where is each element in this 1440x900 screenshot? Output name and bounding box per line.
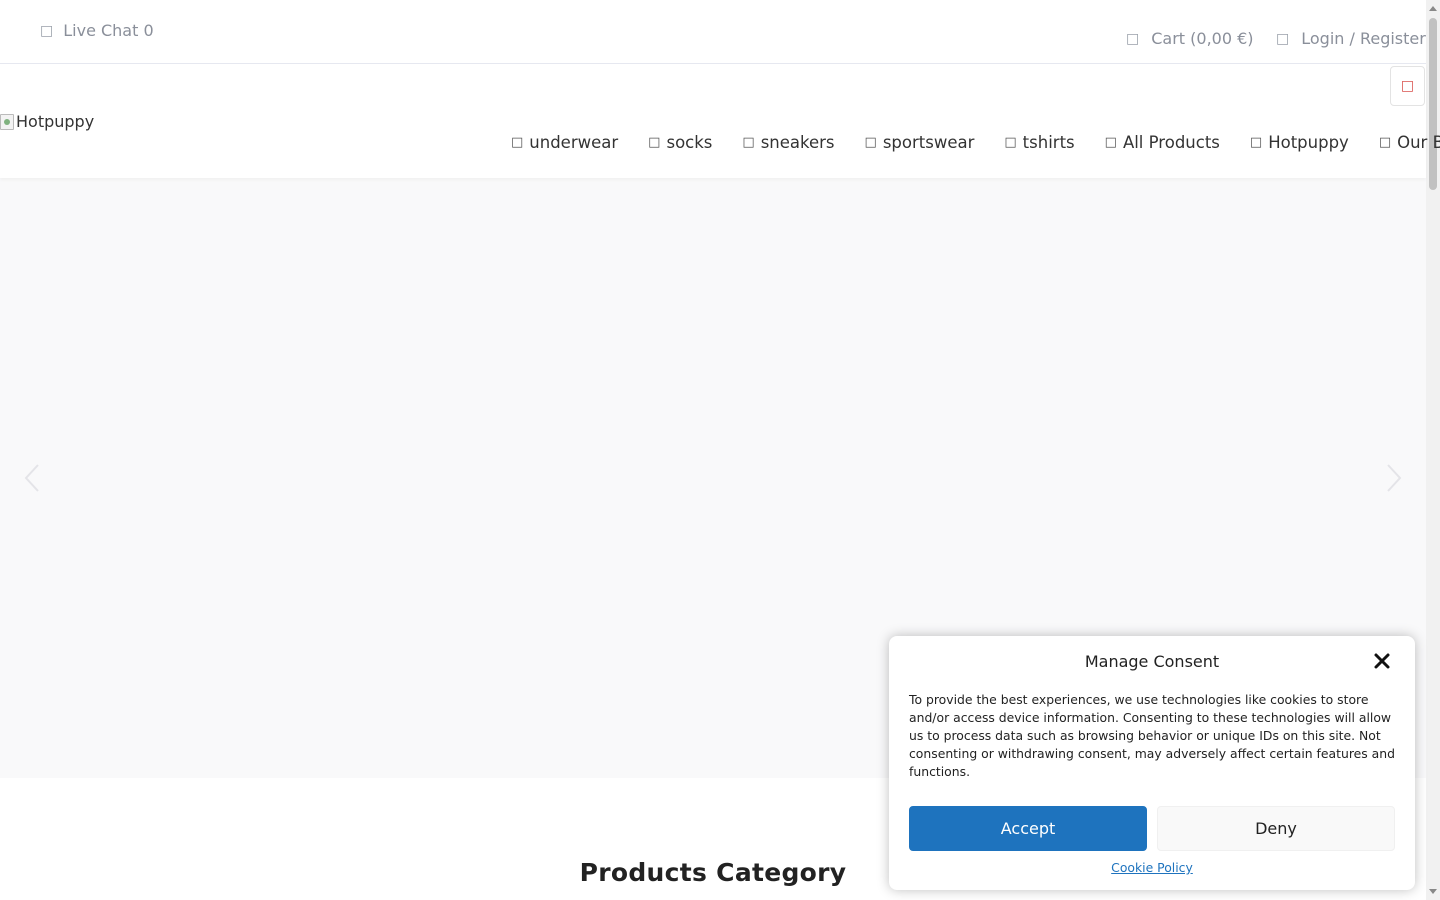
cart-label: Cart (0,00 €) <box>1151 29 1254 48</box>
accept-button[interactable]: Accept <box>909 806 1147 851</box>
chat-icon: □ <box>40 22 54 39</box>
cookie-policy-link[interactable]: Cookie Policy <box>889 860 1415 875</box>
scrollbar-thumb[interactable] <box>1429 18 1437 190</box>
main-nav: □ underwear □ socks □ sneakers □ sportswear … <box>511 133 1440 152</box>
category-icon: □ <box>1378 135 1392 150</box>
live-chat-link[interactable]: □ Live Chat 0 <box>40 21 154 40</box>
nav-label: tshirts <box>1022 133 1075 152</box>
consent-dialog: Manage Consent To provide the best exper… <box>889 636 1415 890</box>
nav-label: socks <box>666 133 713 152</box>
nav-item-underwear[interactable]: □ underwear <box>511 133 618 152</box>
login-register-link[interactable]: □ Login / Register <box>1276 29 1426 48</box>
main-header: □ Hotpuppy □ underwear □ socks □ sneakers □… <box>0 64 1440 178</box>
scroll-down-icon[interactable] <box>1429 889 1437 894</box>
slider-prev-button[interactable] <box>22 463 42 493</box>
nav-item-all-products[interactable]: □ All Products <box>1105 133 1220 152</box>
broken-image-icon <box>0 113 14 130</box>
nav-item-sportswear[interactable]: □ sportswear <box>865 133 975 152</box>
category-icon: □ <box>864 135 877 150</box>
nav-label: Our Boys <box>1397 133 1440 152</box>
category-icon: □ <box>742 135 755 150</box>
cart-icon: □ <box>1126 30 1140 47</box>
category-icon: □ <box>1004 135 1017 150</box>
logo-alt-text: Hotpuppy <box>16 112 95 131</box>
deny-button[interactable]: Deny <box>1157 806 1395 851</box>
chevron-right-icon <box>1387 464 1402 492</box>
slider-next-button[interactable] <box>1384 463 1404 493</box>
category-icon: □ <box>1249 135 1263 150</box>
nav-label: sportswear <box>882 133 975 152</box>
category-icon: □ <box>648 135 661 150</box>
consent-title: Manage Consent <box>1084 652 1220 671</box>
logo-link[interactable]: Hotpuppy <box>0 112 94 131</box>
consent-message: To provide the best experiences, we use … <box>909 692 1395 779</box>
nav-item-socks[interactable]: □ socks <box>648 133 712 152</box>
nav-label: Hotpuppy <box>1268 133 1349 152</box>
nav-label: underwear <box>529 133 619 152</box>
search-icon: □ <box>1400 78 1415 94</box>
scroll-up-icon[interactable] <box>1429 6 1437 11</box>
login-label: Login / Register <box>1301 29 1426 48</box>
nav-label: All Products <box>1122 133 1220 152</box>
user-icon: □ <box>1276 30 1290 47</box>
nav-item-hotpuppy[interactable]: □ Hotpuppy <box>1250 133 1349 152</box>
nav-item-tshirts[interactable]: □ tshirts <box>1004 133 1074 152</box>
close-icon <box>1374 653 1390 669</box>
live-chat-label: Live Chat 0 <box>63 21 154 40</box>
cart-link[interactable]: □ Cart (0,00 €) <box>1126 29 1254 48</box>
nav-label: sneakers <box>760 133 835 152</box>
category-icon: □ <box>1104 135 1117 150</box>
chevron-left-icon <box>24 464 39 492</box>
nav-item-sneakers[interactable]: □ sneakers <box>742 133 834 152</box>
category-icon: □ <box>511 135 524 150</box>
close-button[interactable] <box>1373 652 1391 670</box>
nav-item-our-boys[interactable]: □ Our Boys <box>1379 133 1440 152</box>
top-bar: □ Live Chat 0 □ Cart (0,00 €) □ Login / … <box>0 0 1426 64</box>
search-button[interactable]: □ <box>1390 66 1425 106</box>
